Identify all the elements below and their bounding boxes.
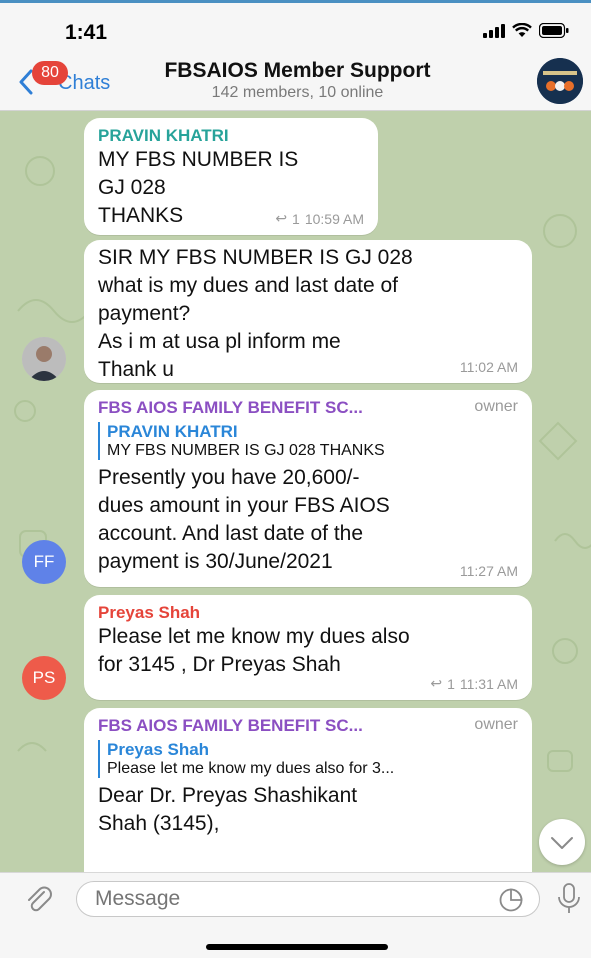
message-meta: ↩ 1 10:59 AM xyxy=(275,210,364,227)
avatar[interactable]: FF xyxy=(22,540,66,584)
message-line: Thank u xyxy=(98,358,174,381)
message-line: payment? xyxy=(98,302,191,325)
message-line: Shah (3145), xyxy=(98,812,220,835)
battery-icon xyxy=(539,23,569,38)
group-avatar[interactable] xyxy=(537,58,583,104)
reply-preview[interactable]: Preyas Shah Please let me know my dues a… xyxy=(98,740,518,778)
message-line: what is my dues and last date of xyxy=(98,274,398,297)
message-meta: ↩ 1 11:31 AM xyxy=(430,675,518,692)
avatar[interactable] xyxy=(22,337,66,381)
message-bubble[interactable]: FBS AIOS FAMILY BENEFIT SC... owner Prey… xyxy=(84,708,532,872)
message-line: MY FBS NUMBER IS xyxy=(98,148,299,171)
message-bubble[interactable]: FBS AIOS FAMILY BENEFIT SC... owner PRAV… xyxy=(84,390,532,587)
sender-name: Preyas Shah xyxy=(98,603,201,622)
sender-name: FBS AIOS FAMILY BENEFIT SC... xyxy=(98,716,363,735)
reply-text: MY FBS NUMBER IS GJ 028 THANKS xyxy=(107,442,385,459)
avatar[interactable]: PS xyxy=(22,656,66,700)
message-bubble[interactable]: PRAVIN KHATRI MY FBS NUMBER IS GJ 028 TH… xyxy=(84,118,378,235)
sender-name: FBS AIOS FAMILY BENEFIT SC... xyxy=(98,398,363,417)
owner-tag: owner xyxy=(474,716,518,733)
replies-count: 1 xyxy=(447,675,455,692)
group-logo xyxy=(537,58,583,104)
reply-arrow-icon: ↩ xyxy=(430,675,443,691)
message-time: 11:02 AM xyxy=(459,359,518,375)
chat-header: Chats 80 FBSAIOS Member Support 142 memb… xyxy=(0,53,591,111)
message-line: Dear Dr. Preyas Shashikant xyxy=(98,784,358,807)
message-time: 10:59 AM xyxy=(304,210,364,227)
chat-title-block[interactable]: FBSAIOS Member Support 142 members, 10 o… xyxy=(125,59,470,102)
message-meta: 11:02 AM xyxy=(460,359,518,375)
home-indicator xyxy=(206,944,388,950)
message-input[interactable] xyxy=(76,881,540,917)
message-line: GJ 028 xyxy=(98,176,166,199)
owner-tag: owner xyxy=(474,398,518,415)
message-line: dues amount in your FBS AIOS xyxy=(98,494,390,517)
back-button[interactable]: Chats 80 xyxy=(18,61,128,101)
message-line: SIR MY FBS NUMBER IS GJ 028 xyxy=(98,246,413,269)
message-line: account. And last date of the xyxy=(98,522,364,545)
message-bubble[interactable]: Preyas Shah Please let me know my dues a… xyxy=(84,595,532,700)
status-icons xyxy=(483,23,569,38)
chat-title: FBSAIOS Member Support xyxy=(164,59,431,82)
message-line: Presently you have 20,600/- xyxy=(98,466,360,489)
chat-subtitle: 142 members, 10 online xyxy=(211,84,384,101)
message-time: 11:27 AM xyxy=(459,563,518,579)
reply-arrow-icon: ↩ xyxy=(275,210,288,226)
message-meta: 11:27 AM xyxy=(460,563,518,579)
chevron-down-icon xyxy=(551,837,573,849)
sticker-icon[interactable] xyxy=(498,887,524,913)
message-list[interactable]: PRAVIN KHATRI MY FBS NUMBER IS GJ 028 TH… xyxy=(0,111,591,872)
status-time: 1:41 xyxy=(65,21,108,44)
avatar-photo xyxy=(22,337,66,381)
unread-badge: 80 xyxy=(32,61,68,85)
message-time: 11:31 AM xyxy=(459,675,518,692)
paperclip-icon[interactable] xyxy=(24,885,54,915)
message-line: payment is 30/June/2021 xyxy=(98,550,333,573)
reply-text: Please let me know my dues also for 3... xyxy=(107,760,395,777)
wifi-icon xyxy=(512,23,532,37)
reply-preview[interactable]: PRAVIN KHATRI MY FBS NUMBER IS GJ 028 TH… xyxy=(98,422,518,460)
message-line: Please let me know my dues also xyxy=(98,625,410,648)
message-line: As i m at usa pl inform me xyxy=(98,330,341,353)
reply-name: PRAVIN KHATRI xyxy=(107,422,238,441)
signal-icon xyxy=(483,23,505,38)
replies-count: 1 xyxy=(292,210,300,227)
status-bar: 1:41 xyxy=(0,3,591,53)
message-bubble[interactable]: SIR MY FBS NUMBER IS GJ 028 what is my d… xyxy=(84,240,532,383)
microphone-icon[interactable] xyxy=(556,882,582,916)
scroll-down-button[interactable] xyxy=(539,819,585,865)
reply-name: Preyas Shah xyxy=(107,740,210,759)
sender-name: PRAVIN KHATRI xyxy=(98,126,229,145)
